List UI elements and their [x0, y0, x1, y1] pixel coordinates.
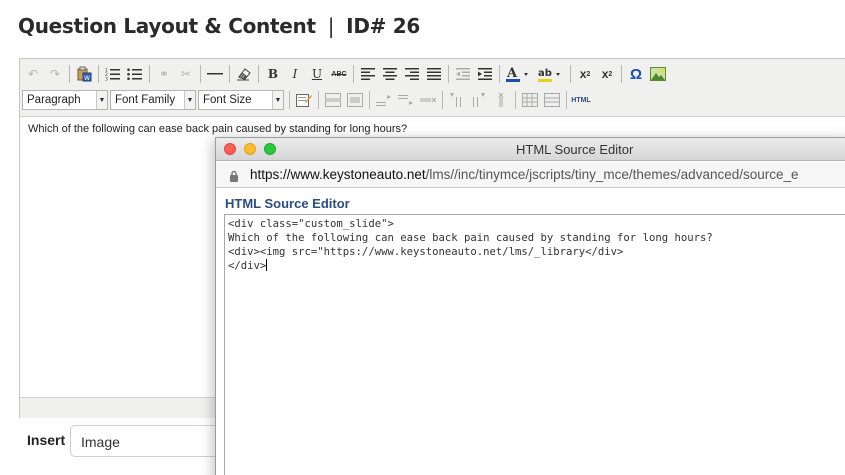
chevron-down-icon: ▼: [184, 91, 195, 109]
outdent-icon[interactable]: [453, 64, 473, 84]
toolbar-row-2: Paragraph ▼ Font Family ▼ Font Size ▼ HT…: [22, 87, 592, 113]
toolbar-divider: [570, 65, 571, 83]
unlink-icon[interactable]: ✂: [176, 64, 196, 84]
highlight-color-icon[interactable]: ab: [536, 64, 566, 84]
html-source-textarea[interactable]: <div class="custom_slide"> Which of the f…: [224, 214, 845, 475]
image-icon[interactable]: [648, 64, 668, 84]
table-icon[interactable]: [520, 90, 540, 110]
strikethrough-icon[interactable]: ABC: [329, 64, 349, 84]
font-family-value: Font Family: [115, 94, 176, 106]
svg-text:ab: ab: [538, 68, 552, 79]
window-title: HTML Source Editor: [516, 142, 634, 157]
insert-label: Insert: [27, 432, 66, 448]
svg-text:A: A: [506, 66, 518, 81]
toolbar-divider: [442, 91, 443, 109]
table-merge-icon[interactable]: [345, 90, 365, 110]
minimize-window-button[interactable]: [244, 143, 256, 155]
format-select[interactable]: Paragraph ▼: [22, 90, 108, 110]
toolbar-divider: [318, 91, 319, 109]
align-justify-icon[interactable]: [424, 64, 444, 84]
underline-icon[interactable]: U: [307, 64, 327, 84]
source-editor-title: HTML Source Editor: [225, 196, 350, 211]
html-source-button[interactable]: HTML: [571, 90, 591, 110]
url-text: https://www.keystoneauto.net/lms//inc/ti…: [250, 167, 799, 182]
bullet-list-icon[interactable]: [125, 64, 145, 84]
redo-icon[interactable]: ↷: [45, 64, 65, 84]
insert-col-before-icon[interactable]: [447, 90, 467, 110]
toolbar-divider: [69, 65, 70, 83]
maximize-window-button[interactable]: [264, 143, 276, 155]
font-size-select[interactable]: Font Size ▼: [198, 90, 284, 110]
italic-icon[interactable]: I: [285, 64, 305, 84]
toolbar-divider: [149, 65, 150, 83]
text-color-icon[interactable]: A: [504, 64, 534, 84]
page-title: Question Layout & Content | ID# 26: [18, 14, 420, 38]
toolbar-divider: [200, 65, 201, 83]
omega-icon[interactable]: Ω: [626, 64, 646, 84]
numbered-list-icon[interactable]: 123: [103, 64, 123, 84]
format-select-value: Paragraph: [27, 94, 81, 106]
page-title-text: Question Layout & Content: [18, 14, 316, 38]
window-titlebar[interactable]: HTML Source Editor: [216, 138, 845, 161]
delete-col-icon[interactable]: [491, 90, 511, 110]
toolbar-divider: [515, 91, 516, 109]
title-separator: |: [327, 14, 335, 38]
toolbar-divider: [499, 65, 500, 83]
svg-text:3: 3: [105, 77, 108, 82]
url-path: /lms//inc/tinymce/jscripts/tiny_mce/them…: [425, 167, 799, 182]
toolbar-row-1: ↶ ↷ W 123 ⚭ ✂ B I U ABC A ab x 2 x 2 Ω: [22, 61, 669, 87]
link-icon[interactable]: ⚭: [154, 64, 174, 84]
insert-row-before-icon[interactable]: [374, 90, 394, 110]
align-center-icon[interactable]: [380, 64, 400, 84]
bold-icon[interactable]: B: [263, 64, 283, 84]
toolbar-divider: [229, 65, 230, 83]
paste-word-icon[interactable]: W: [74, 64, 94, 84]
table-row-props-icon[interactable]: [542, 90, 562, 110]
font-family-select[interactable]: Font Family ▼: [110, 90, 196, 110]
subscript-icon[interactable]: x2: [575, 64, 595, 84]
url-bar[interactable]: https://www.keystoneauto.net/lms//inc/ti…: [216, 162, 845, 188]
source-line: <div><img src="https://www.keystoneauto.…: [228, 246, 624, 258]
toolbar-divider: [98, 65, 99, 83]
delete-row-icon[interactable]: [418, 90, 438, 110]
eraser-icon[interactable]: [234, 64, 254, 84]
indent-icon[interactable]: [475, 64, 495, 84]
edit-css-icon[interactable]: [294, 90, 314, 110]
superscript-icon[interactable]: x2: [597, 64, 617, 84]
chevron-down-icon: ▼: [272, 91, 283, 109]
table-cell-props-icon[interactable]: [323, 90, 343, 110]
insert-select-value: Image: [81, 434, 120, 450]
text-cursor: [266, 259, 268, 271]
align-left-icon[interactable]: [358, 64, 378, 84]
svg-text:W: W: [84, 75, 90, 82]
toolbar-divider: [369, 91, 370, 109]
font-size-value: Font Size: [203, 94, 252, 106]
source-line: Which of the following can ease back pai…: [228, 232, 713, 244]
question-text: Which of the following can ease back pai…: [28, 123, 408, 135]
html-source-editor-window: HTML Source Editor https://www.keystonea…: [215, 137, 845, 475]
chevron-down-icon: ▼: [96, 91, 107, 109]
close-window-button[interactable]: [224, 143, 236, 155]
lock-icon: [229, 169, 239, 187]
insert-row-after-icon[interactable]: [396, 90, 416, 110]
insert-col-after-icon[interactable]: [469, 90, 489, 110]
undo-icon[interactable]: ↶: [23, 64, 43, 84]
toolbar-divider: [566, 91, 567, 109]
toolbar-divider: [289, 91, 290, 109]
source-line: </div>: [228, 260, 267, 272]
source-line-last: </div>: [228, 259, 845, 273]
toolbar-divider: [258, 65, 259, 83]
question-id: ID# 26: [346, 14, 420, 38]
url-host: https://www.keystoneauto.net: [250, 167, 426, 182]
align-right-icon[interactable]: [402, 64, 422, 84]
toolbar-divider: [353, 65, 354, 83]
source-line: <div class="custom_slide">: [228, 218, 394, 230]
toolbar-divider: [621, 65, 622, 83]
toolbar-divider: [448, 65, 449, 83]
horizontal-rule-icon[interactable]: [205, 64, 225, 84]
